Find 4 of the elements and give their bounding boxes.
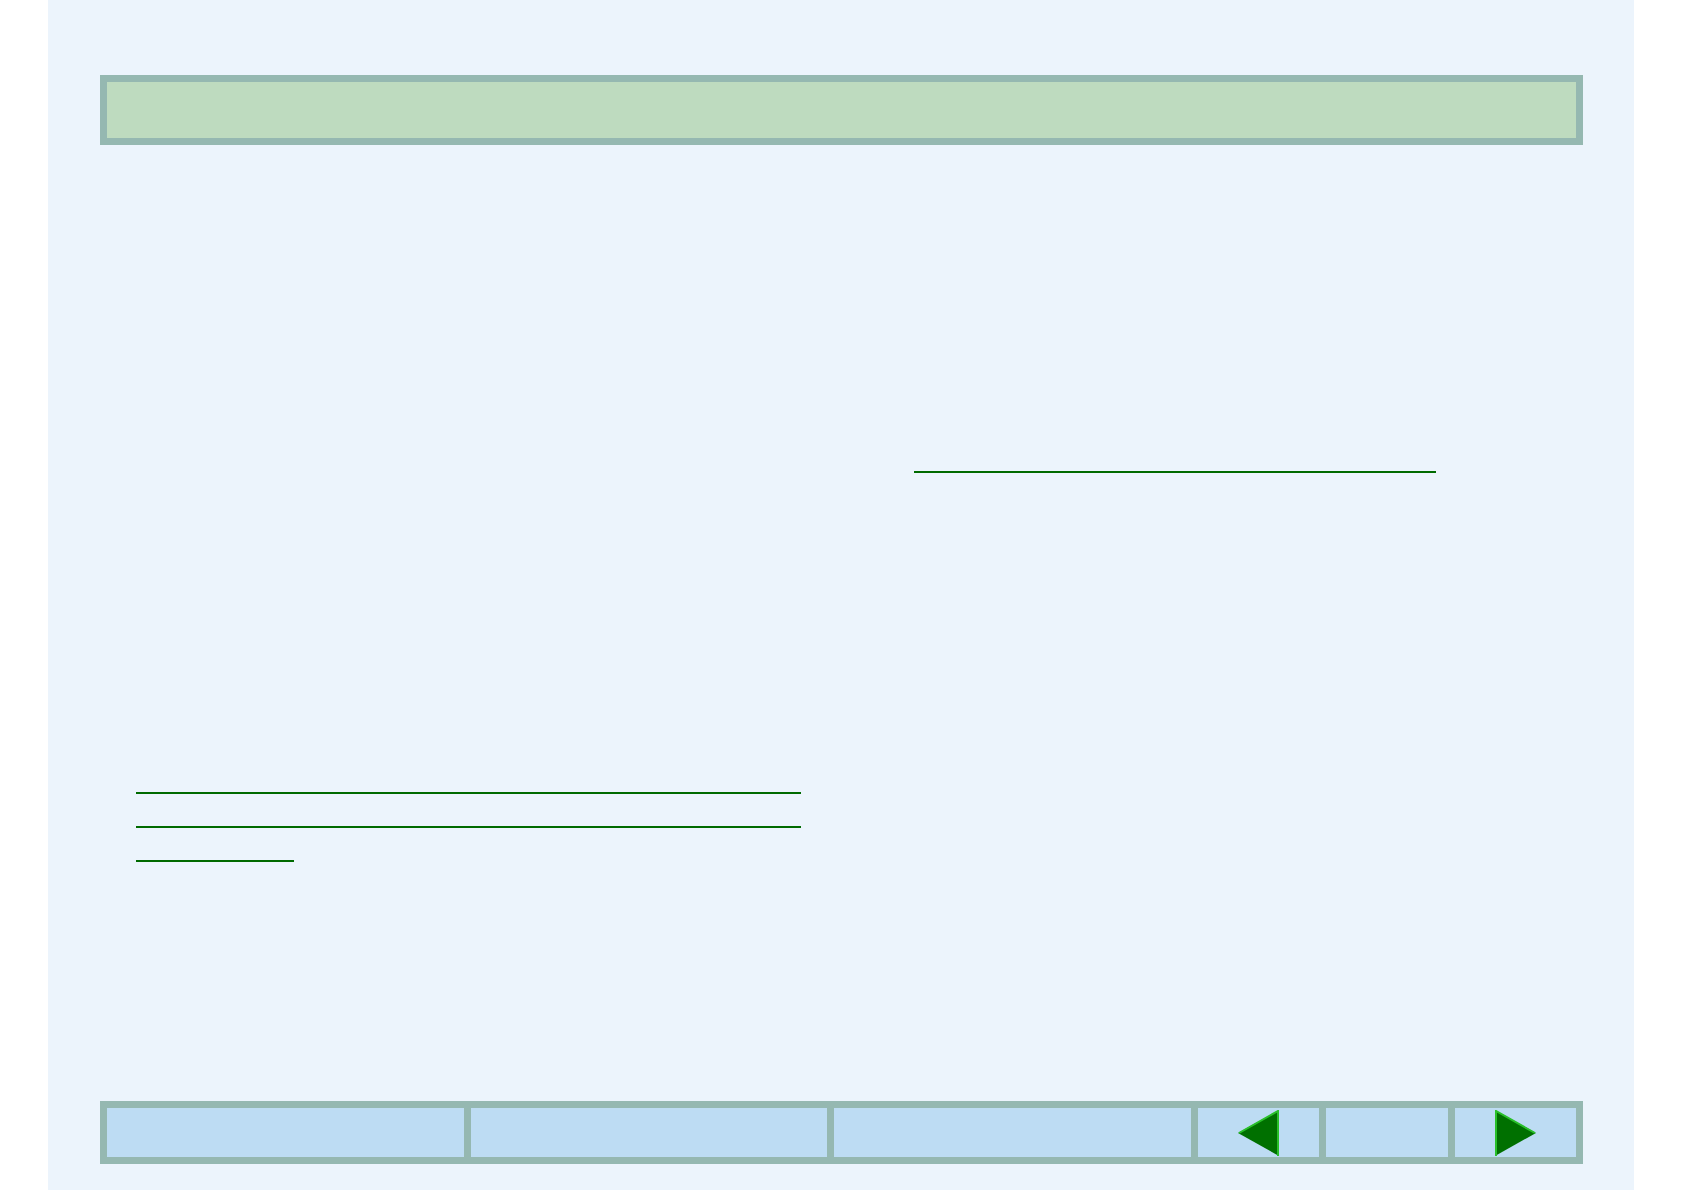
next-button[interactable] (1454, 1108, 1576, 1157)
previous-button[interactable] (1198, 1108, 1320, 1157)
right-triangle-icon (1494, 1109, 1536, 1156)
left-triangle-icon (1238, 1109, 1280, 1156)
